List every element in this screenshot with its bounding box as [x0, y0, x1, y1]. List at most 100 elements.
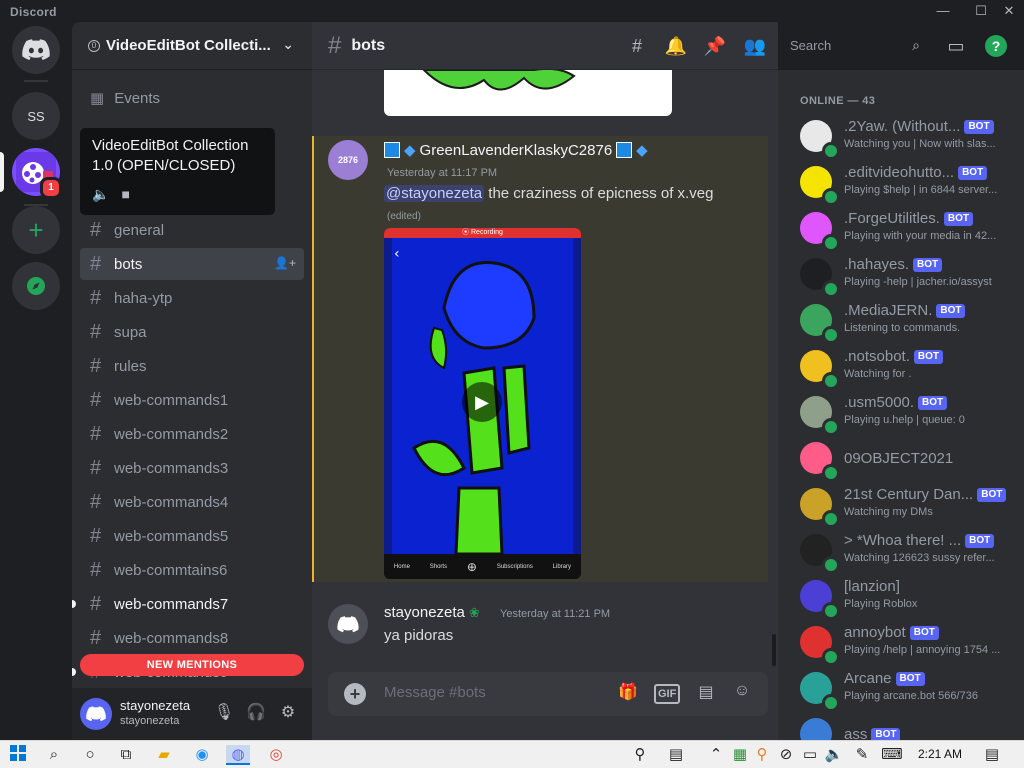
pin-icon[interactable]: 📌: [702, 22, 728, 70]
tray-search-icon[interactable]: ⚲: [750, 745, 774, 765]
chrome-icon[interactable]: ◎: [264, 745, 288, 765]
notifications-icon[interactable]: ▤: [980, 745, 1004, 765]
member-row[interactable]: > *Whoa there! ... BOT Watching 126623 sus…: [792, 530, 1018, 574]
people-icon[interactable]: ⚲: [628, 745, 652, 765]
app-brand: Discord: [10, 5, 57, 19]
user-avatar-icon: ■: [121, 186, 130, 202]
online-status-icon: [822, 234, 840, 252]
message-author[interactable]: stayonezeta ❀: [384, 604, 480, 621]
windows-start-icon[interactable]: [6, 745, 30, 765]
green-cartoon-image: [422, 70, 576, 91]
online-status-icon: [822, 372, 840, 390]
discord-taskbar-icon[interactable]: ◍: [226, 745, 250, 765]
bell-icon[interactable]: 🔔: [663, 22, 689, 70]
browser-icon[interactable]: ◉: [190, 745, 214, 765]
member-row[interactable]: [lanzion] Playing Roblox: [792, 576, 1018, 620]
online-status-icon: [822, 418, 840, 436]
previous-image-attachment[interactable]: [384, 70, 672, 116]
channel-bots[interactable]: # bots 👤+: [80, 248, 304, 280]
guild-header[interactable]: 0 VideoEditBot Collecti... ⌄: [72, 22, 312, 70]
channel-web-commtains6[interactable]: # web-commtains6: [80, 554, 304, 586]
threads-icon[interactable]: #: [624, 22, 650, 70]
channel-general[interactable]: # general: [80, 214, 304, 246]
pen-icon[interactable]: ✎: [850, 745, 874, 765]
nav-shorts: Shorts: [429, 563, 448, 570]
avatar[interactable]: 2876: [328, 140, 368, 180]
member-row[interactable]: .ForgeUtilitles. BOT Playing with your med…: [792, 208, 1018, 252]
add-server-button[interactable]: +: [12, 206, 60, 254]
member-row[interactable]: annoybot BOT Playing /help | annoying 1754…: [792, 622, 1018, 666]
bot-badge: BOT: [913, 349, 943, 364]
maximize-button[interactable]: ☐: [970, 2, 992, 20]
headphones-icon[interactable]: 🎧: [244, 702, 268, 726]
server-ss[interactable]: SS: [12, 92, 60, 140]
avatar[interactable]: [328, 604, 368, 644]
member-row[interactable]: ass BOT: [792, 714, 1018, 740]
tray-display-icon[interactable]: ▭: [798, 745, 822, 765]
file-explorer-icon[interactable]: ▰: [152, 745, 176, 765]
keyboard-icon[interactable]: ⌨: [880, 745, 904, 765]
cortana-icon[interactable]: ○: [78, 745, 102, 765]
tray-app-icon[interactable]: ▦: [728, 745, 752, 765]
member-row[interactable]: Arcane BOT Playing arcane.bot 566/736: [792, 668, 1018, 712]
emoji-icon[interactable]: ☺: [730, 682, 754, 706]
user-mention[interactable]: @stayonezeta: [384, 185, 485, 202]
channel-web-commands7[interactable]: # web-commands7: [80, 588, 304, 620]
new-mentions-bar[interactable]: NEW MENTIONS: [80, 654, 304, 676]
news-icon[interactable]: ▤: [664, 745, 688, 765]
avatar[interactable]: [80, 698, 112, 730]
channel-web-commands1[interactable]: # web-commands1: [80, 384, 304, 416]
gif-button[interactable]: GIF: [654, 684, 681, 704]
explore-servers-button[interactable]: [12, 262, 60, 310]
play-icon[interactable]: ▶: [462, 382, 502, 422]
events-link[interactable]: ▦ Events: [80, 82, 160, 114]
add-user-icon[interactable]: 👤+: [274, 256, 296, 270]
channel-supa[interactable]: # supa: [80, 316, 304, 348]
member-row[interactable]: .notsobot. BOT Watching for .: [792, 346, 1018, 390]
search-input[interactable]: Search: [790, 38, 831, 53]
task-view-icon[interactable]: ⧉: [114, 745, 138, 765]
discord-logo-icon: [22, 39, 50, 60]
chat-scrollbar[interactable]: [772, 634, 776, 666]
help-icon[interactable]: ?: [983, 22, 1009, 70]
channel-web-commands5[interactable]: # web-commands5: [80, 520, 304, 552]
minimize-button[interactable]: —: [932, 2, 954, 20]
attach-plus-icon[interactable]: +: [344, 683, 366, 705]
member-row[interactable]: 21st Century Dan... BOT Watching my DMs: [792, 484, 1018, 528]
member-row[interactable]: .usm5000. BOT Playing u.help | queue: 0: [792, 392, 1018, 436]
close-window-button[interactable]: ✕: [998, 2, 1020, 20]
member-name-text: .ForgeUtilitles.: [844, 210, 940, 227]
tray-network-off-icon[interactable]: ⊘: [774, 745, 798, 765]
channel-haha-ytp[interactable]: # haha-ytp: [80, 282, 304, 314]
sticker-icon[interactable]: ▤: [694, 682, 718, 706]
member-row[interactable]: .editvideohutto... BOT Playing $help | in …: [792, 162, 1018, 206]
avatar[interactable]: [800, 718, 832, 740]
channel-web-commands8[interactable]: # web-commands8: [80, 622, 304, 654]
member-row[interactable]: 09OBJECT2021: [792, 438, 1018, 482]
channel-rules[interactable]: # rules: [80, 350, 304, 382]
edited-label: (edited): [387, 211, 421, 222]
channel-web-commands2[interactable]: # web-commands2: [80, 418, 304, 450]
gift-icon[interactable]: 🎁: [616, 682, 640, 706]
volume-icon[interactable]: 🔈: [822, 745, 846, 765]
chevron-up-icon[interactable]: ⌃: [704, 745, 728, 765]
message-input[interactable]: Message #bots: [384, 684, 486, 701]
member-row[interactable]: .2Yaw. (Without... BOT Watching you | Now …: [792, 116, 1018, 160]
members-icon[interactable]: 👥: [742, 22, 768, 70]
guild-name: VideoEditBot Collecti...: [106, 37, 271, 54]
member-row[interactable]: .MediaJERN. BOT Listening to commands.: [792, 300, 1018, 344]
microphone-icon[interactable]: 🎙: [212, 702, 236, 726]
channel-web-commands4[interactable]: # web-commands4: [80, 486, 304, 518]
inbox-icon[interactable]: ▭: [943, 22, 969, 70]
channel-web-commands3[interactable]: # web-commands3: [80, 452, 304, 484]
user-panel: stayonezeta stayonezeta 🎙 🎧 ⚙: [72, 688, 312, 740]
message-composer[interactable]: + Message #bots 🎁 GIF ▤ ☺: [328, 672, 768, 716]
home-button[interactable]: [12, 26, 60, 74]
member-row[interactable]: .hahayes. BOT Playing -help | jacher.io/as…: [792, 254, 1018, 298]
video-attachment[interactable]: ⦿ Recording ‹ ▶ Home Shorts ⊕ Subscripti…: [384, 228, 581, 579]
search-box[interactable]: Search ⌕: [782, 34, 926, 58]
message-author[interactable]: ◆ GreenLavenderKlaskyC2876 ◆: [384, 141, 648, 159]
gear-icon[interactable]: ⚙: [276, 702, 300, 726]
calendar-icon: ▦: [90, 90, 105, 107]
search-icon[interactable]: ⌕: [42, 745, 66, 765]
